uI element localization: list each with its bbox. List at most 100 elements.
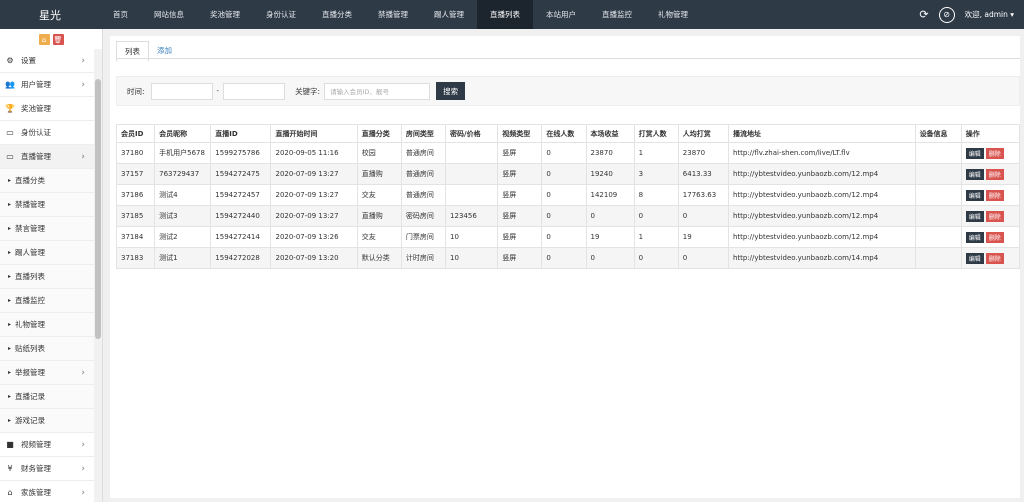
edit-button[interactable]: 编辑 xyxy=(965,189,984,201)
delete-button[interactable]: 删除 xyxy=(985,147,1004,159)
edit-button[interactable]: 编辑 xyxy=(965,252,984,264)
edit-button[interactable]: 编辑 xyxy=(965,231,984,243)
table-row: 37186 测试4 1594272457 2020-07-09 13:27 交友 普通房间… xyxy=(115,184,1021,206)
app-logo[interactable]: 星光 xyxy=(0,0,100,29)
sidebar-item[interactable]: ▸ 直播记录 xyxy=(0,385,94,409)
table-cell: 竖屏 xyxy=(497,163,543,185)
table-cell: 0 xyxy=(677,247,729,269)
delete-button[interactable]: 删除 xyxy=(985,231,1004,243)
sidebar-item[interactable]: ▸ 踢人管理 xyxy=(0,241,94,265)
nav-item[interactable]: 身份认证 xyxy=(253,0,309,29)
bullet-icon: ▸ xyxy=(8,225,12,232)
sidebar-item[interactable]: ¥ 财务管理 › xyxy=(0,457,94,481)
table-cell: 37157 xyxy=(115,163,156,185)
search-button[interactable]: 搜索 xyxy=(436,82,466,100)
nav-item[interactable]: 禁播管理 xyxy=(365,0,421,29)
scrollbar-thumb[interactable] xyxy=(95,79,101,339)
nav-item[interactable]: 礼物管理 xyxy=(645,0,701,29)
table-cell xyxy=(914,226,962,248)
avatar[interactable]: ⊘ xyxy=(938,6,955,23)
sidebar-item[interactable]: 👥 用户管理 › xyxy=(0,73,94,97)
chevron-right-icon: › xyxy=(81,55,85,66)
table-cell: 2020-07-09 13:26 xyxy=(270,226,358,248)
home-shortcut-button[interactable]: ⌂ xyxy=(38,34,50,45)
table-cell: 8 xyxy=(633,184,679,206)
sidebar-item[interactable]: ■ 视频管理 › xyxy=(0,433,94,457)
sidebar-item-label: 身份认证 xyxy=(21,128,51,137)
sidebar-item[interactable]: ▸ 礼物管理 xyxy=(0,313,94,337)
nav-item[interactable]: 网站信息 xyxy=(141,0,197,29)
edit-button[interactable]: 编辑 xyxy=(965,168,984,180)
chevron-right-icon: › xyxy=(81,463,85,474)
edit-button[interactable]: 编辑 xyxy=(965,147,984,159)
edit-button[interactable]: 编辑 xyxy=(965,210,984,222)
sidebar-item[interactable]: ▸ 直播监控 xyxy=(0,289,94,313)
chevron-right-icon: › xyxy=(81,367,85,378)
top-navbar: 星光 首页 网站信息 奖池管理 身份认证 直播分类 禁播管理 踢人管理 直播列表 本站用户 直播监… xyxy=(0,0,1024,29)
sidebar-item[interactable]: 🏆 奖池管理 xyxy=(0,97,94,121)
sidebar-item-label: 踢人管理 xyxy=(15,248,46,257)
nav-item[interactable]: 奖池管理 xyxy=(197,0,253,29)
column-header: 设备信息 xyxy=(914,124,962,143)
refresh-icon[interactable]: ⟳ xyxy=(919,8,928,21)
sidebar-item-label: 禁播管理 xyxy=(15,200,46,209)
sidebar-item-label: 直播管理 xyxy=(21,152,51,161)
trash-shortcut-button[interactable]: 🗑 xyxy=(52,34,64,45)
sidebar: ⌂ 🗑 ⚙ 设置 › 👥 用户管理 › 🏆 奖池管理 ▭ 身份认证 ▭ 直播管理 › ▸ 直播分类 ▸ 禁播管理… xyxy=(0,29,103,502)
time-separator: - xyxy=(216,87,220,95)
delete-button[interactable]: 删除 xyxy=(985,168,1004,180)
sidebar-item-label: 直播列表 xyxy=(15,272,46,281)
table-cell xyxy=(445,142,499,164)
delete-button[interactable]: 删除 xyxy=(985,189,1004,201)
nav-item[interactable]: 首页 xyxy=(100,0,141,29)
table-cell: 0 xyxy=(633,247,679,269)
sidebar-item[interactable]: ▸ 游戏记录 xyxy=(0,409,94,433)
bullet-icon: ▸ xyxy=(8,417,12,424)
sidebar-item[interactable]: ▸ 禁播管理 xyxy=(0,193,94,217)
tab-divider xyxy=(116,58,1020,59)
sidebar-item[interactable]: ▸ 直播列表 xyxy=(0,265,94,289)
table-row: 37157 763729437 1594272475 2020-07-09 13:27… xyxy=(115,163,1021,185)
table-header-row: 会员ID 会员昵称 直播ID 直播开始时间 直播分类 房间类型 密码/价格 视频类型 在线人数本… xyxy=(115,124,1021,143)
sidebar-item-label: 直播分类 xyxy=(15,176,46,185)
table-row: 37183 测试1 1594272028 2020-07-09 13:20 默认分类 计时… xyxy=(115,247,1021,269)
delete-button[interactable]: 删除 xyxy=(985,252,1004,264)
user-menu[interactable]: 欢迎, admin ▾ xyxy=(965,9,1014,20)
sidebar-shortcut-buttons: ⌂ 🗑 xyxy=(0,31,102,48)
top-right-area: ⟳ ⊘ 欢迎, admin ▾ xyxy=(919,0,1024,29)
sidebar-item[interactable]: ▸ 举报管理 › xyxy=(0,361,94,385)
sidebar-item[interactable]: ▸ 贴纸列表 xyxy=(0,337,94,361)
nav-item[interactable]: 直播列表 xyxy=(477,0,533,29)
sidebar-item-label: 设置 xyxy=(21,56,36,65)
sidebar-item[interactable]: ▸ 禁言管理 xyxy=(0,217,94,241)
sidebar-item[interactable]: ▭ 身份认证 xyxy=(0,121,94,145)
actions-cell: 编辑 删除 xyxy=(960,205,1021,227)
nav-item[interactable]: 本站用户 xyxy=(533,0,589,29)
sidebar-item-label: 用户管理 xyxy=(21,80,51,89)
start-time-input[interactable] xyxy=(150,82,213,100)
table-cell: 0 xyxy=(541,142,587,164)
keyword-input[interactable]: 请输入会员ID、靓号 xyxy=(324,82,431,100)
end-time-input[interactable] xyxy=(223,82,286,100)
sidebar-item[interactable]: ▸ 直播分类 xyxy=(0,169,94,193)
nav-item[interactable]: 直播分类 xyxy=(309,0,365,29)
table-cell: 6413.33 xyxy=(677,163,729,185)
column-header: 直播分类 xyxy=(356,124,402,143)
table-cell: 0 xyxy=(585,205,635,227)
sidebar-item-label: 贴纸列表 xyxy=(15,344,46,353)
column-header: 密码/价格 xyxy=(445,124,499,143)
nav-item[interactable]: 直播监控 xyxy=(589,0,645,29)
sidebar-scrollbar[interactable] xyxy=(94,49,102,502)
actions-cell: 编辑 删除 xyxy=(960,163,1021,185)
column-header: 会员昵称 xyxy=(154,124,212,143)
table-cell: 2020-07-09 13:20 xyxy=(270,247,358,269)
sidebar-item[interactable]: ⚙ 设置 › xyxy=(0,49,94,73)
bullet-icon: ▸ xyxy=(8,297,12,304)
table-cell: 手机用户5678 xyxy=(154,142,212,164)
sidebar-item[interactable]: ⌂ 家族管理 › xyxy=(0,481,94,502)
sidebar-item-label: 举报管理 xyxy=(15,368,46,377)
monitor-icon: ▭ xyxy=(6,128,14,137)
nav-item[interactable]: 踢人管理 xyxy=(421,0,477,29)
sidebar-item[interactable]: ▭ 直播管理 › xyxy=(0,145,94,169)
delete-button[interactable]: 删除 xyxy=(985,210,1004,222)
